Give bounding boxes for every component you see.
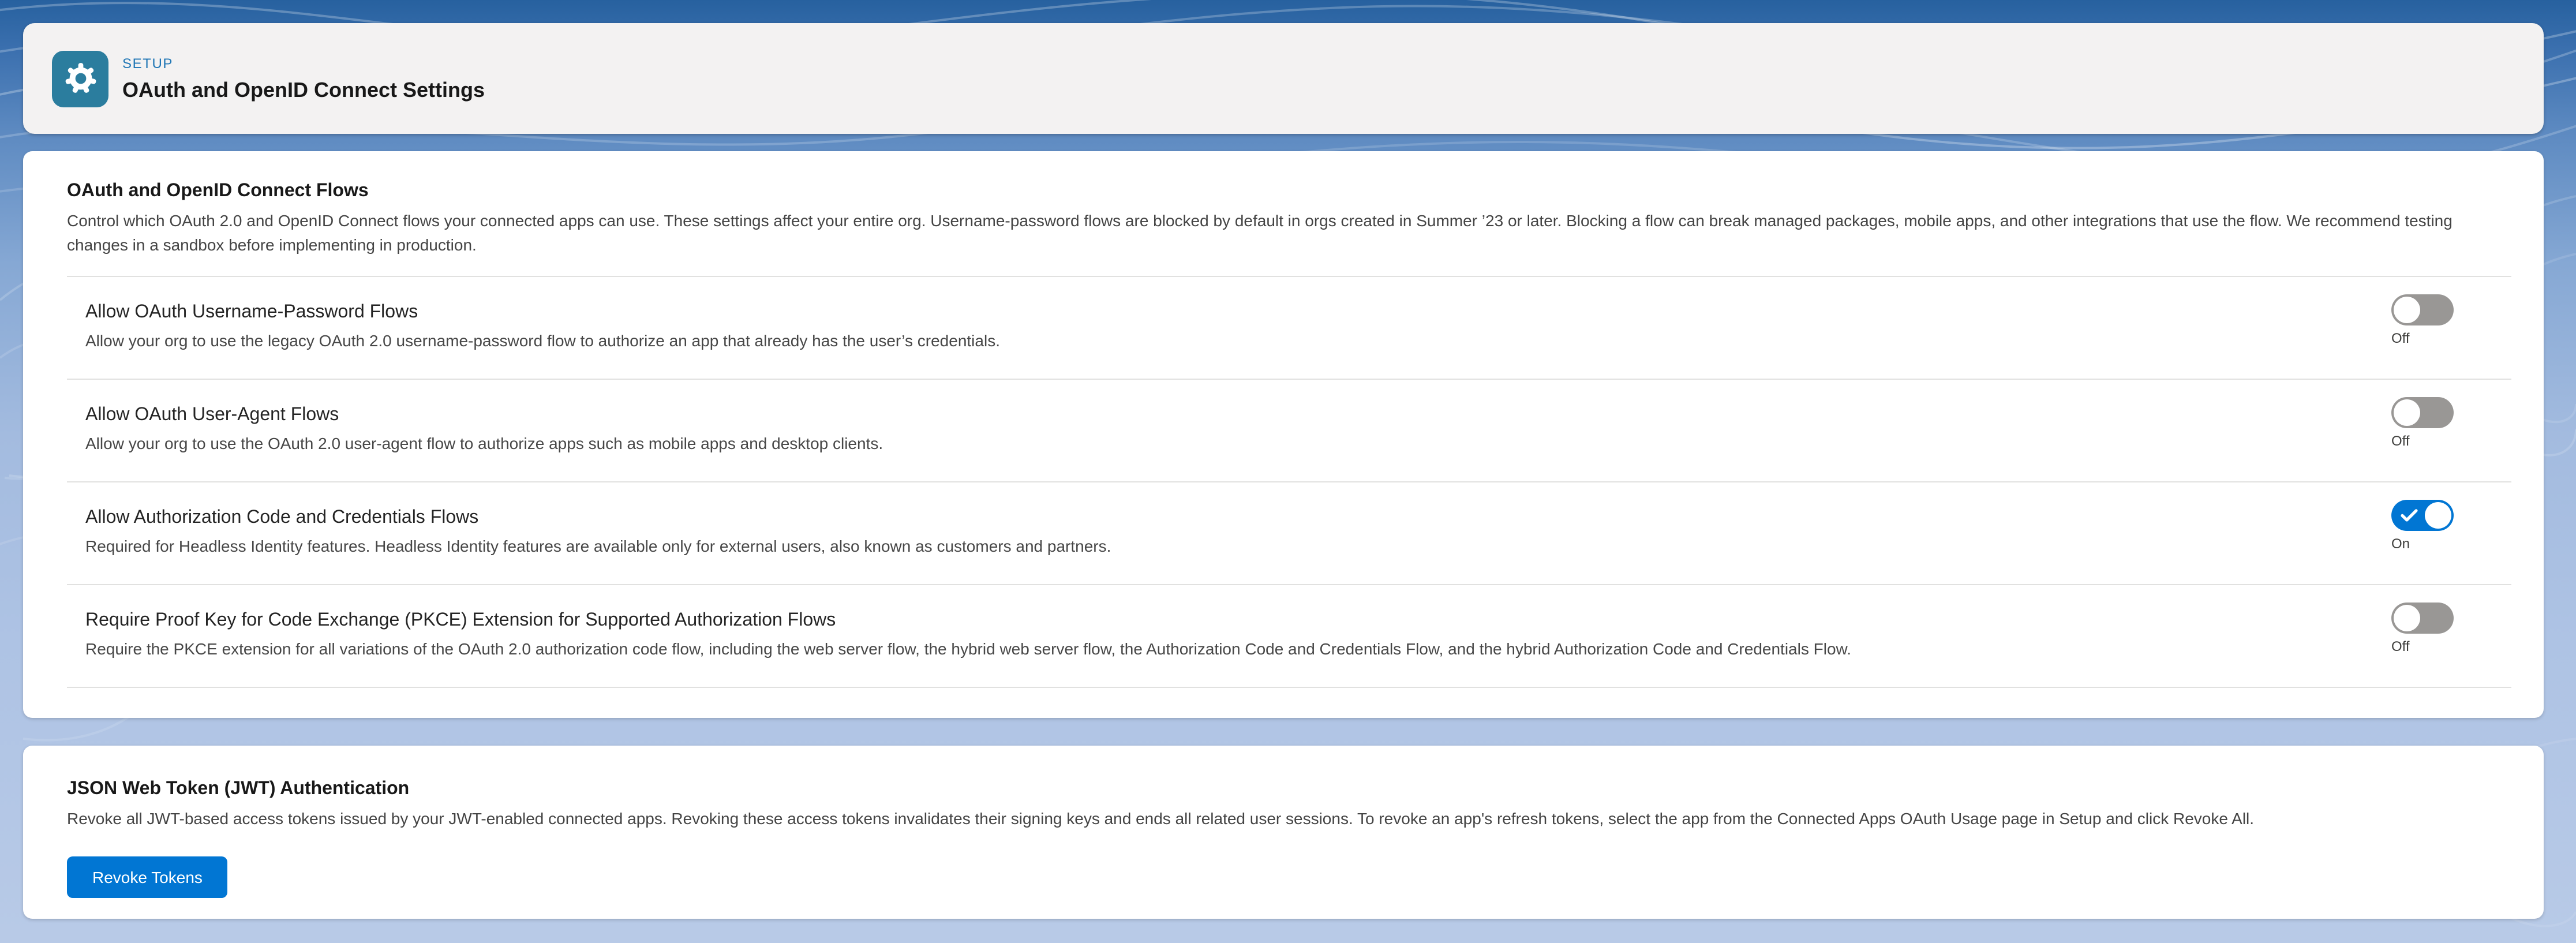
flow-setting-row: Allow Authorization Code and Credentials…: [23, 482, 2544, 584]
flow-setting-row: Allow OAuth User-Agent Flows Allow your …: [23, 380, 2544, 481]
jwt-authentication-card: JSON Web Token (JWT) Authentication Revo…: [23, 746, 2544, 919]
flow-setting-toggle[interactable]: Off: [2391, 294, 2454, 346]
flow-setting-description: Allow your org to use the OAuth 2.0 user…: [85, 432, 2267, 455]
setup-page: SETUP OAuth and OpenID Connect Settings …: [0, 0, 2576, 943]
toggle-state-label: Off: [2391, 330, 2410, 346]
page-title: OAuth and OpenID Connect Settings: [122, 77, 485, 102]
gear-icon: [63, 61, 98, 96]
flows-card-intro: OAuth and OpenID Connect Flows Control w…: [23, 151, 2544, 276]
toggle-knob: [2394, 399, 2420, 426]
flow-setting-title: Allow Authorization Code and Credentials…: [85, 506, 2267, 531]
flow-setting-toggle[interactable]: Off: [2391, 603, 2454, 654]
toggle-knob: [2394, 605, 2420, 631]
flow-setting-title: Require Proof Key for Code Exchange (PKC…: [85, 608, 2267, 634]
oauth-flows-card: OAuth and OpenID Connect Flows Control w…: [23, 151, 2544, 718]
flow-setting-title: Allow OAuth Username-Password Flows: [85, 300, 2267, 325]
toggle-knob: [2425, 502, 2451, 529]
toggle-knob: [2394, 297, 2420, 323]
flows-card-heading: OAuth and OpenID Connect Flows: [67, 179, 2498, 204]
toggle-state-label: On: [2391, 536, 2410, 552]
flow-setting-row: Require Proof Key for Code Exchange (PKC…: [23, 585, 2544, 687]
setup-eyebrow-label: SETUP: [122, 55, 485, 71]
jwt-card-heading: JSON Web Token (JWT) Authentication: [67, 777, 2498, 802]
row-divider: [67, 687, 2511, 688]
toggle-state-label: Off: [2391, 433, 2410, 449]
flow-setting-title: Allow OAuth User-Agent Flows: [85, 403, 2267, 428]
flow-setting-row: Allow OAuth Username-Password Flows Allo…: [23, 277, 2544, 379]
setup-gear-tile: [52, 50, 108, 107]
flow-setting-description: Allow your org to use the legacy OAuth 2…: [85, 329, 2267, 352]
flow-setting-description: Require the PKCE extension for all varia…: [85, 637, 2267, 660]
flow-setting-toggle[interactable]: On: [2391, 500, 2454, 552]
jwt-card-description: Revoke all JWT-based access tokens issue…: [67, 807, 2498, 831]
setup-page-header: SETUP OAuth and OpenID Connect Settings: [23, 23, 2544, 134]
check-icon: [2401, 509, 2418, 522]
revoke-tokens-button[interactable]: Revoke Tokens: [67, 856, 228, 898]
toggle-state-label: Off: [2391, 638, 2410, 654]
flow-setting-toggle[interactable]: Off: [2391, 397, 2454, 449]
flows-card-description: Control which OAuth 2.0 and OpenID Conne…: [67, 209, 2498, 257]
flow-setting-description: Required for Headless Identity features.…: [85, 534, 2267, 557]
